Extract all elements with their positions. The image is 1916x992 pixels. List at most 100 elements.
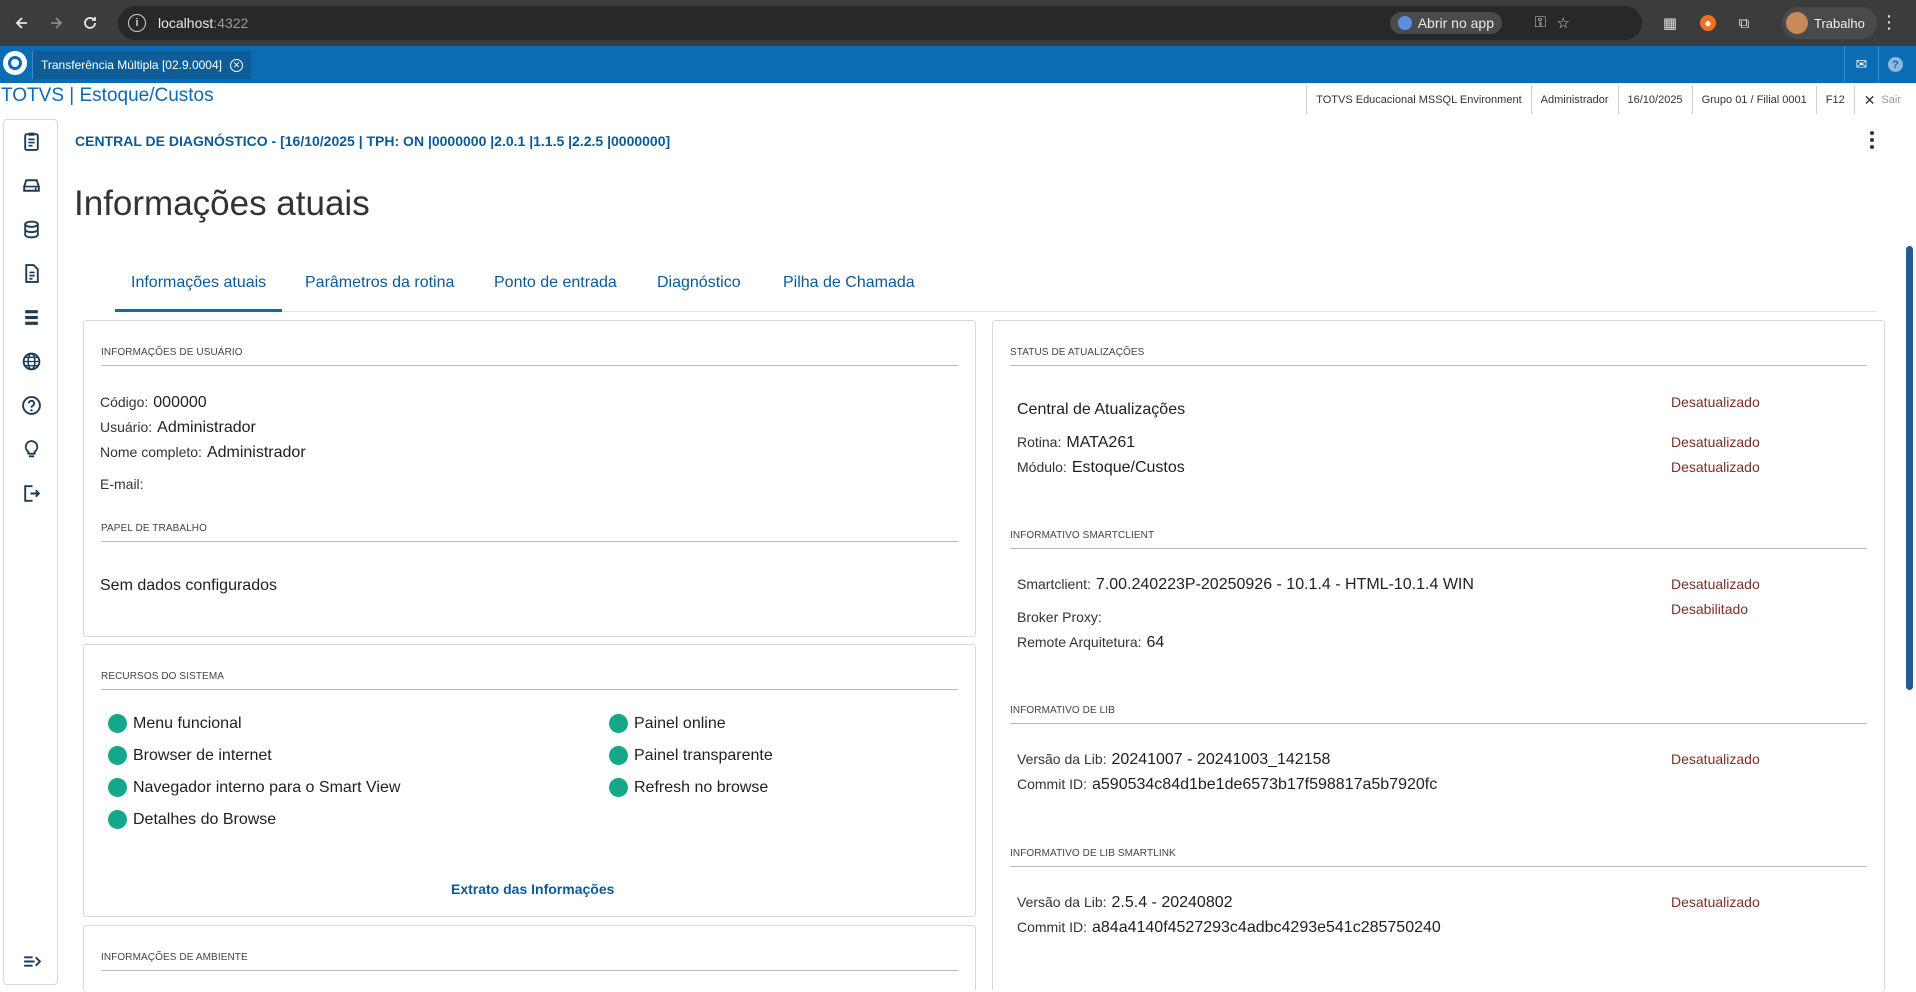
environment-info-title: INFORMAÇÕES DE AMBIENTE <box>101 952 248 963</box>
active-tab-indicator <box>115 309 282 312</box>
lib-version-field: Versão da Lib: 20241007 - 20241003_142158 <box>1017 751 1331 768</box>
status-ok-icon <box>609 746 628 765</box>
exit-button[interactable]: ✕ Sair <box>1853 86 1910 114</box>
forward-icon[interactable] <box>42 9 70 37</box>
status-ok-icon <box>609 714 628 733</box>
status-strip: TOTVS Educacional MSSQL Environment Admi… <box>1306 86 1910 114</box>
updates-card: STATUS DE ATUALIZAÇÕES Central de Atuali… <box>992 320 1885 992</box>
info-extract-link[interactable]: Extrato das Informações <box>451 881 614 897</box>
smartlink-version-field: Versão da Lib: 2.5.4 - 20240802 <box>1017 894 1233 911</box>
smartclient-title: INFORMATIVO SMARTCLIENT <box>1010 530 1155 541</box>
user-email-field: E-mail: <box>100 476 144 492</box>
smartclient-field: Smartclient: 7.00.240223P-20250926 - 10.1… <box>1017 576 1474 593</box>
lightbulb-icon[interactable] <box>20 438 42 460</box>
resource-item: Navegador interno para o Smart View <box>108 778 400 797</box>
divider <box>1010 866 1867 867</box>
divider <box>1010 548 1867 549</box>
module-field: Módulo: Estoque/Custos <box>1017 459 1185 476</box>
divider <box>101 970 958 971</box>
date-info[interactable]: 16/10/2025 <box>1617 86 1692 114</box>
divider <box>101 689 958 690</box>
address-bar[interactable]: i localhost:4322 Abrir no app ⚿ ☆ <box>118 6 1642 40</box>
help-icon[interactable]: ? <box>1878 46 1912 83</box>
lib-title: INFORMATIVO DE LIB <box>1010 705 1115 716</box>
expand-menu-icon[interactable] <box>20 950 42 972</box>
help-circle-icon[interactable] <box>20 394 42 416</box>
clipboard-icon[interactable] <box>20 130 42 152</box>
tab-call-stack[interactable]: Pilha de Chamada <box>783 274 915 292</box>
central-updates-label: Central de Atualizações <box>1017 401 1186 418</box>
environment-info[interactable]: TOTVS Educacional MSSQL Environment <box>1306 86 1530 114</box>
user-info[interactable]: Administrador <box>1530 86 1618 114</box>
mail-icon[interactable]: ✉ <box>1844 46 1878 83</box>
extensions-puzzle-icon[interactable]: ⧉ <box>1734 13 1754 33</box>
site-info-icon[interactable]: i <box>128 14 146 32</box>
status-badge: Desatualizado <box>1671 576 1760 592</box>
browser-menu-icon[interactable]: ⋮ <box>1880 12 1898 33</box>
smartlink-commit-field: Commit ID: a84a4140f4527293c4adbc4293e541… <box>1017 919 1441 936</box>
user-fullname-field: Nome completo: Administrador <box>100 444 306 461</box>
broker-proxy-field: Broker Proxy: <box>1017 609 1102 625</box>
module-brand: TOTVS | Estoque/Custos <box>1 85 214 106</box>
diagnostic-title: CENTRAL DE DIAGNÓSTICO - [16/10/2025 | T… <box>75 133 671 149</box>
page-title: Informações atuais <box>74 184 370 223</box>
profile-button[interactable]: Trabalho <box>1782 7 1877 39</box>
extension-icon[interactable]: ▦ <box>1660 13 1680 33</box>
resource-item: Painel online <box>609 714 726 733</box>
page-scrollbar[interactable] <box>1906 246 1913 690</box>
key-icon[interactable]: ⚿ <box>1535 14 1546 31</box>
user-code-field: Código: 000000 <box>100 394 207 411</box>
left-sidebar <box>3 119 58 985</box>
tab-diagnostic[interactable]: Diagnóstico <box>657 274 741 292</box>
logout-icon[interactable] <box>20 482 42 504</box>
tab-routine-parameters[interactable]: Parâmetros da rotina <box>305 274 454 292</box>
totvs-logo-icon[interactable] <box>3 51 27 75</box>
branch-info[interactable]: Grupo 01 / Filial 0001 <box>1691 86 1816 114</box>
divider <box>1010 723 1867 724</box>
database-icon[interactable] <box>20 218 42 240</box>
remote-architecture-field: Remote Arquitetura: 64 <box>1017 634 1165 651</box>
close-tab-icon[interactable]: ✕ <box>230 58 243 72</box>
app-header: Transferência Múltipla [02.9.0004] ✕ ✉ ? <box>0 46 1916 83</box>
open-in-app-button[interactable]: Abrir no app <box>1389 12 1502 34</box>
globe-icon[interactable] <box>20 350 42 372</box>
url-text: localhost:4322 <box>158 15 249 31</box>
status-badge: Desatualizado <box>1671 434 1760 450</box>
status-ok-icon <box>108 714 127 733</box>
shortcut-f12[interactable]: F12 <box>1815 86 1854 114</box>
work-paper-empty: Sem dados configurados <box>100 577 277 594</box>
bookmark-star-icon[interactable]: ☆ <box>1557 14 1570 32</box>
divider <box>1010 365 1867 366</box>
status-badge: Desatualizado <box>1671 459 1760 475</box>
extension-orange-icon[interactable]: ● <box>1700 15 1716 31</box>
lib-commit-field: Commit ID: a590534c84d1be1de6573b17f59881… <box>1017 776 1438 793</box>
routine-tab[interactable]: Transferência Múltipla [02.9.0004] ✕ <box>32 51 251 79</box>
back-icon[interactable] <box>8 9 36 37</box>
system-resources-card: RECURSOS DO SISTEMA Menu funcional Brows… <box>83 644 976 917</box>
tab-bar: Informações atuais Parâmetros da rotina … <box>115 260 1877 312</box>
tab-entry-point[interactable]: Ponto de entrada <box>494 274 617 292</box>
resource-item: Painel transparente <box>609 746 773 765</box>
server-stack-icon[interactable] <box>20 306 42 328</box>
system-resources-title: RECURSOS DO SISTEMA <box>101 671 225 682</box>
environment-info-card: INFORMAÇÕES DE AMBIENTE <box>83 925 976 992</box>
divider <box>101 541 958 542</box>
status-badge: Desabilitado <box>1671 601 1749 617</box>
document-icon[interactable] <box>20 262 42 284</box>
status-badge: Desatualizado <box>1671 394 1760 410</box>
updates-title: STATUS DE ATUALIZAÇÕES <box>1010 347 1145 358</box>
close-icon: ✕ <box>1863 91 1876 108</box>
status-ok-icon <box>609 778 628 797</box>
reload-icon[interactable] <box>76 9 104 37</box>
resource-item: Refresh no browse <box>609 778 768 797</box>
routine-field: Rotina: MATA261 <box>1017 434 1136 451</box>
hard-drive-icon[interactable] <box>20 174 42 196</box>
user-info-title: INFORMAÇÕES DE USUÁRIO <box>101 347 243 358</box>
status-badge: Desatualizado <box>1671 751 1760 767</box>
more-options-icon[interactable] <box>1862 130 1882 150</box>
work-paper-title: PAPEL DE TRABALHO <box>101 523 207 534</box>
user-name-field: Usuário: Administrador <box>100 419 256 436</box>
status-ok-icon <box>108 778 127 797</box>
divider <box>101 365 958 366</box>
tab-current-info[interactable]: Informações atuais <box>131 274 266 292</box>
